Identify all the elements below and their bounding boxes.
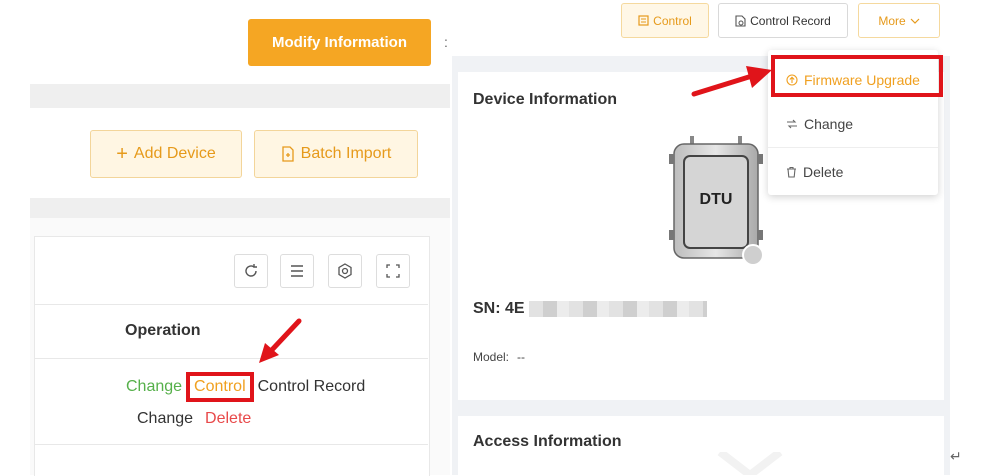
delete-menu-item[interactable]: Delete (768, 148, 938, 196)
firmware-upgrade-highlight (771, 55, 943, 97)
add-device-button[interactable]: + Add Device (90, 130, 242, 178)
device-table (34, 236, 430, 476)
fullscreen-icon (386, 264, 400, 278)
annotation-arrow-icon (691, 66, 772, 97)
chevron-down-icon (910, 18, 920, 24)
more-label: More (878, 13, 906, 28)
model-label: Model: (473, 350, 510, 364)
table-row-actions: Change Delete (137, 410, 251, 428)
change-link[interactable]: Change (126, 378, 182, 396)
return-mark-icon: ↵ (950, 448, 962, 464)
divider-strip (30, 84, 450, 108)
add-device-label: Add Device (133, 145, 216, 162)
dtu-label: DTU (700, 191, 733, 208)
refresh-button[interactable] (234, 254, 268, 288)
serial-number-redacted (529, 301, 707, 317)
control-icon (638, 15, 649, 26)
control-button[interactable]: Control (621, 3, 709, 38)
annotation-arrow-icon (259, 318, 302, 363)
access-information-title: Access Information (473, 433, 622, 450)
control-link[interactable]: Control (186, 372, 254, 402)
batch-import-button[interactable]: Batch Import (254, 130, 418, 178)
model-value: -- (517, 350, 526, 364)
change-link[interactable]: Change (137, 410, 193, 428)
control-record-button[interactable]: Control Record (718, 3, 848, 38)
table-row-actions: Change Control Control Record (126, 372, 366, 402)
change-menu-item[interactable]: Change (768, 100, 938, 148)
divider-strip (30, 198, 450, 218)
delete-label: Delete (803, 164, 844, 180)
batch-import-label: Batch Import (300, 145, 392, 162)
device-information-title: Device Information (473, 91, 618, 108)
serial-number-label: SN: 4E (473, 300, 525, 317)
columns-icon (291, 265, 303, 277)
table-divider (34, 304, 428, 305)
control-label: Control (653, 13, 692, 28)
control-record-link[interactable]: Control Record (258, 378, 366, 396)
refresh-icon (245, 264, 257, 277)
modify-information-button[interactable]: Modify Information (248, 19, 431, 66)
change-label: Change (804, 116, 854, 132)
model-row: Model: -- (473, 350, 525, 364)
more-dropdown-button[interactable]: More (858, 3, 940, 38)
table-divider (34, 444, 428, 445)
swap-icon (787, 119, 797, 129)
control-record-label: Control Record (750, 13, 831, 28)
plus-icon: + (116, 143, 128, 165)
settings-icon (338, 263, 352, 279)
settings-button[interactable] (328, 254, 362, 288)
delete-link[interactable]: Delete (205, 410, 251, 428)
dtu-device-icon: DTU (669, 136, 764, 266)
fullscreen-button[interactable] (376, 254, 410, 288)
columns-button[interactable] (280, 254, 314, 288)
operation-column-header: Operation (125, 322, 201, 339)
record-icon (735, 14, 746, 27)
watermark-icon (717, 452, 783, 475)
separator-colon: : (444, 34, 448, 50)
document-icon (281, 146, 294, 162)
trash-icon (787, 166, 796, 178)
table-divider (34, 358, 428, 359)
